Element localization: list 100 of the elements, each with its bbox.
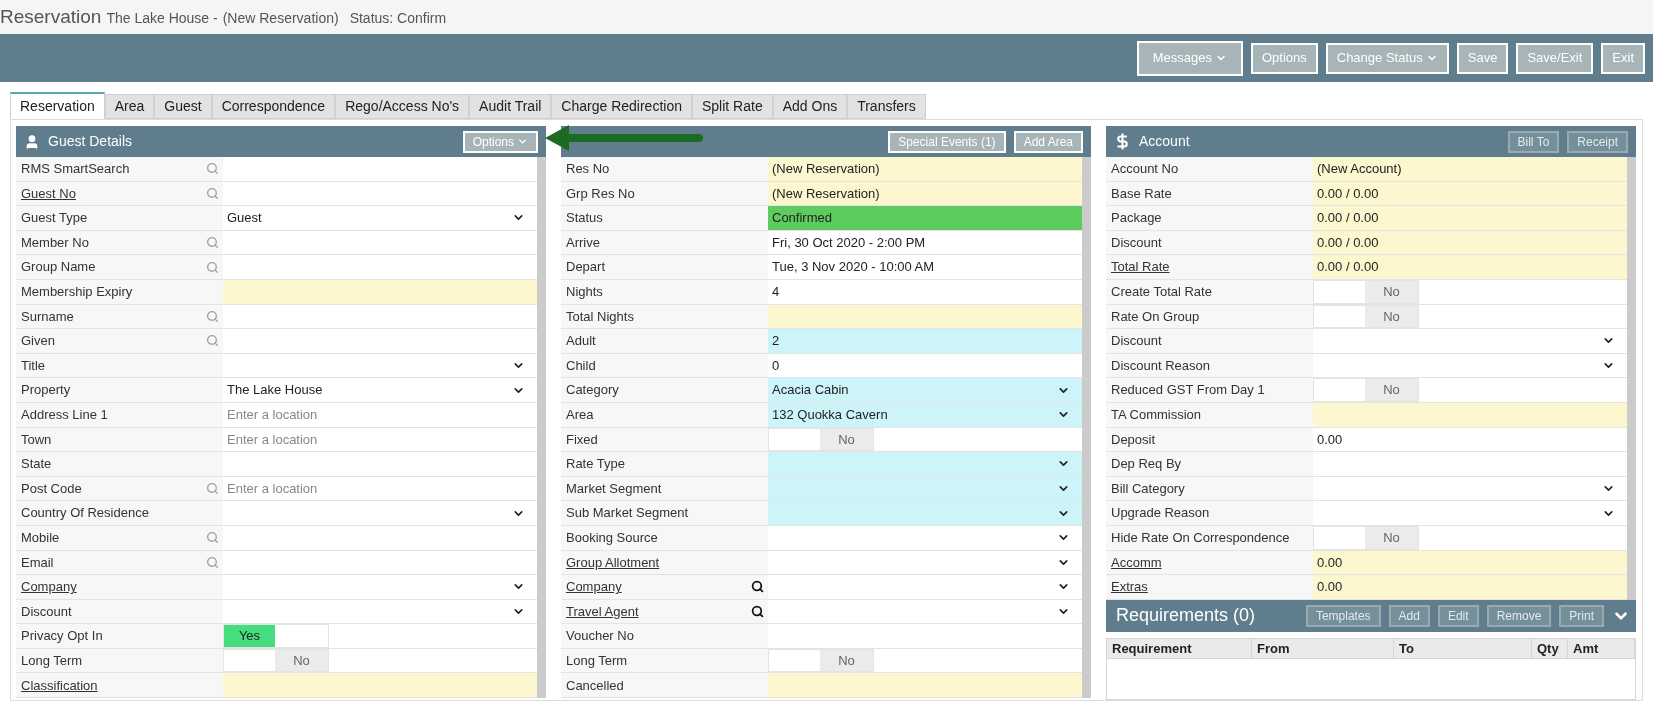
toggle-switch[interactable]: No: [223, 648, 329, 673]
scrollbar[interactable]: [537, 157, 546, 699]
tab[interactable]: Transfers: [847, 94, 926, 119]
value-field[interactable]: 0.00 / 0.00: [1313, 230, 1627, 255]
tab[interactable]: Add Ons: [772, 94, 848, 119]
value-field[interactable]: (New Account): [1313, 157, 1627, 181]
value-field[interactable]: [768, 304, 1082, 329]
column-header: From: [1252, 638, 1394, 659]
field-label: Rate Type: [566, 455, 626, 474]
value-field[interactable]: [223, 673, 537, 698]
search-icon[interactable]: [751, 580, 764, 594]
field-label: Total Nights: [566, 307, 634, 326]
field-label: Discount: [21, 602, 72, 621]
field-label: Address Line 1: [21, 406, 108, 424]
value-field[interactable]: 0.00: [1313, 550, 1627, 575]
value-field[interactable]: [768, 673, 1082, 698]
value-field[interactable]: 0.00: [1313, 575, 1627, 599]
column-header: To: [1394, 638, 1532, 659]
field-label: Title: [21, 356, 46, 375]
field-label: Category: [566, 381, 619, 400]
tab[interactable]: Audit Trail: [469, 94, 552, 119]
scrollbar[interactable]: [1082, 157, 1091, 699]
field-label: Cancelled: [566, 676, 624, 695]
value-field[interactable]: 2: [768, 329, 1082, 353]
field-label: Mobile: [21, 528, 60, 547]
field-label: Given: [21, 332, 55, 351]
dollar-icon: [1114, 133, 1131, 150]
value-field[interactable]: 0.00 / 0.00: [1313, 206, 1627, 230]
field-label: Depart: [566, 258, 606, 277]
field-label: Town: [21, 430, 52, 449]
field-label: Arrive: [566, 233, 600, 252]
field-label: Discount Reason: [1111, 356, 1210, 375]
field-label: Guest Type: [21, 209, 88, 228]
field-label: Grp Res No: [566, 184, 635, 203]
field-label: Rate On Group: [1111, 307, 1200, 326]
field-label: Dep Req By: [1111, 455, 1182, 474]
toggle-switch[interactable]: No: [768, 648, 874, 673]
toggle-switch[interactable]: No: [1313, 525, 1419, 550]
chevron-down-icon: [517, 136, 528, 147]
status-label: Status: Confirm: [349, 9, 447, 28]
panel-title: Guest Details: [48, 132, 133, 151]
tab[interactable]: Reservation: [10, 92, 105, 119]
field-label: State: [21, 455, 52, 474]
field-label: Package: [1111, 209, 1162, 228]
column-header: Amt: [1568, 638, 1635, 659]
field-label: Surname: [21, 307, 74, 326]
column-header: Qty: [1532, 638, 1568, 659]
toggle-switch[interactable]: No: [768, 427, 874, 452]
field-label: Base Rate: [1111, 184, 1172, 203]
toggle-switch[interactable]: No: [1313, 304, 1419, 329]
reservation-label: (New Reservation): [222, 9, 339, 28]
field-label: Create Total Rate: [1111, 283, 1212, 301]
field-label: RMS SmartSearch: [21, 160, 130, 179]
field-label: Upgrade Reason: [1111, 504, 1210, 523]
tab[interactable]: Rego/Access No's: [335, 94, 470, 119]
field-label: TA Commission: [1111, 406, 1202, 424]
field-label: Group Name: [21, 258, 96, 277]
field-label: Discount: [1111, 233, 1162, 252]
toggle-switch[interactable]: No: [1313, 279, 1419, 304]
dropdown-field[interactable]: [768, 476, 1082, 501]
dropdown-field[interactable]: Acacia Cabin: [768, 378, 1082, 402]
field-label: Adult: [566, 332, 596, 351]
dropdown-field[interactable]: [768, 501, 1082, 525]
toggle-switch[interactable]: Yes: [223, 624, 329, 648]
value-field[interactable]: 0.00 / 0.00: [1313, 181, 1627, 206]
dropdown-field[interactable]: 132 Quokka Cavern: [768, 402, 1082, 427]
value-field[interactable]: Confirmed: [768, 206, 1082, 230]
value-field[interactable]: 0.00 / 0.00: [1313, 255, 1627, 279]
field-label: Res No: [566, 160, 610, 179]
tab[interactable]: Area: [104, 94, 155, 119]
field-label: Market Segment: [566, 479, 662, 498]
field-label: Privacy Opt In: [21, 627, 103, 646]
tab[interactable]: Guest: [154, 94, 212, 119]
field-label: Sub Market Segment: [566, 504, 689, 523]
field-label: Nights: [566, 283, 603, 301]
scrollbar[interactable]: [1627, 157, 1636, 600]
value-field[interactable]: (New Reservation): [768, 157, 1082, 181]
property-name: The Lake House -: [106, 9, 218, 28]
tab[interactable]: Charge Redirection: [551, 94, 692, 119]
field-label: Child: [566, 356, 596, 375]
dropdown-field[interactable]: [768, 452, 1082, 476]
field-label: Bill Category: [1111, 479, 1185, 498]
field-label: Long Term: [21, 651, 83, 670]
field-label: Area: [566, 406, 594, 424]
field-label: Email: [21, 553, 54, 572]
field-link[interactable]: Extras: [1111, 577, 1148, 597]
search-icon[interactable]: [751, 605, 764, 618]
panel-title: Account: [1139, 132, 1190, 151]
tab[interactable]: Split Rate: [692, 94, 773, 119]
field-label: Discount: [1111, 332, 1162, 351]
field-label: Country Of Residence: [21, 504, 149, 523]
field-label: Hide Rate On Correspondence: [1111, 528, 1290, 547]
value-field[interactable]: [1313, 402, 1627, 427]
value-field[interactable]: [223, 279, 537, 304]
tab[interactable]: Correspondence: [211, 94, 336, 119]
toggle-switch[interactable]: No: [1313, 378, 1419, 402]
field-label: Post Code: [21, 479, 82, 498]
field-label: Voucher No: [566, 627, 634, 646]
value-field[interactable]: (New Reservation): [768, 181, 1082, 206]
field-label: Membership Expiry: [21, 283, 133, 301]
